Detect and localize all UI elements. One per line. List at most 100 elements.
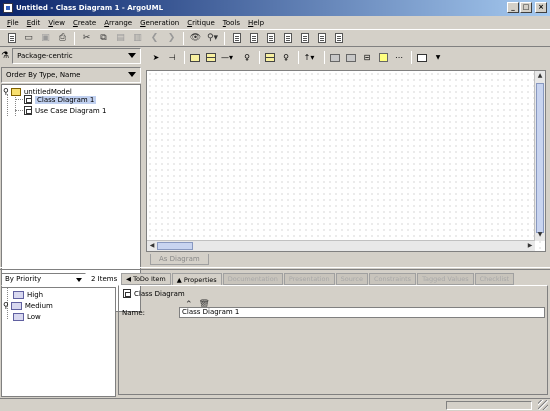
- menu-bar: File Edit View Create Arrange Generation…: [0, 16, 550, 29]
- menu-view[interactable]: View: [44, 19, 69, 27]
- association-tool-icon[interactable]: —▾: [220, 51, 234, 65]
- main-toolbar: ▭ ▣ ⎙ ✂ ⧉ ▤ ▥ ❮ ❯ 👁 ⚲▾: [0, 29, 550, 47]
- navigate-back-icon[interactable]: ❮: [146, 30, 163, 46]
- new-sequence-diagram-icon[interactable]: [262, 30, 279, 46]
- diagram-palette: ➤ ⊣ —▾ ♀ ♀ ↑▾ ⊟ ⋯ ▼: [146, 48, 546, 67]
- enumeration-tool-icon[interactable]: [344, 51, 358, 65]
- copy-icon[interactable]: ⧉: [95, 30, 112, 46]
- folder-icon: [13, 290, 24, 299]
- menu-help[interactable]: Help: [244, 19, 268, 27]
- resize-grip-icon[interactable]: [538, 400, 548, 410]
- interface-class-tool-icon[interactable]: [263, 51, 277, 65]
- shape-tool-icon[interactable]: [415, 51, 429, 65]
- interface-tool-icon[interactable]: ♀: [240, 51, 254, 65]
- menu-edit[interactable]: Edit: [23, 19, 45, 27]
- comment-tool-icon[interactable]: [376, 51, 390, 65]
- tab-source[interactable]: Source: [335, 273, 368, 285]
- diagram-tab[interactable]: As Diagram: [150, 254, 209, 265]
- todo-group-medium[interactable]: ⚲ Medium: [3, 300, 53, 311]
- minimize-button[interactable]: _: [507, 2, 519, 13]
- tab-properties[interactable]: ▲ Properties: [171, 273, 222, 285]
- delete-icon[interactable]: ▥: [129, 30, 146, 46]
- class-diagram-icon: [123, 289, 131, 298]
- toolbar-separator: [224, 31, 225, 45]
- tab-constraints[interactable]: Constraints: [368, 273, 417, 285]
- print-icon[interactable]: ⎙: [54, 30, 71, 46]
- datatype-tool-icon[interactable]: [328, 51, 342, 65]
- status-segment: [446, 401, 532, 410]
- todo-priority-combo[interactable]: By Priority: [1, 272, 86, 286]
- new-class-diagram-icon[interactable]: [245, 30, 262, 46]
- dependency-tool-icon[interactable]: ↑▾: [302, 51, 316, 65]
- folder-icon: [10, 301, 22, 310]
- tree-node-class-diagram[interactable]: Class Diagram 1: [24, 94, 97, 105]
- vertical-scrollbar[interactable]: ▲: [534, 71, 545, 241]
- menu-arrange[interactable]: Arrange: [100, 19, 136, 27]
- tab-presentation[interactable]: Presentation: [283, 273, 335, 285]
- select-tool-icon[interactable]: ➤: [149, 51, 163, 65]
- perspective-icon: ⚗: [1, 51, 10, 61]
- horizontal-scrollbar[interactable]: ◀ ▶: [147, 240, 535, 251]
- find-icon[interactable]: 👁: [187, 30, 204, 46]
- scroll-thumb[interactable]: [536, 83, 544, 233]
- close-button[interactable]: ×: [535, 2, 547, 13]
- menu-create[interactable]: Create: [69, 19, 100, 27]
- menu-generation[interactable]: Generation: [136, 19, 183, 27]
- expand-handle-icon[interactable]: ⚲: [3, 301, 9, 310]
- new-collaboration-diagram-icon[interactable]: [279, 30, 296, 46]
- menu-critique[interactable]: Critique: [183, 19, 219, 27]
- properties-panel: Class Diagram ⌃ 🗑 Name: Class Diagram 1: [118, 285, 548, 395]
- status-bar: [0, 398, 550, 411]
- stereotype-tool-icon[interactable]: ⊟: [360, 51, 374, 65]
- new-statechart-diagram-icon[interactable]: [296, 30, 313, 46]
- new-activity-diagram-icon[interactable]: [313, 30, 330, 46]
- todo-header: By Priority 2 Items: [1, 272, 121, 286]
- app-icon: [3, 3, 13, 13]
- name-field[interactable]: Class Diagram 1: [179, 307, 545, 318]
- tab-documentation[interactable]: Documentation: [222, 273, 283, 285]
- chevron-down-icon[interactable]: ▼: [431, 51, 445, 65]
- tab-checklist[interactable]: Checklist: [474, 273, 515, 285]
- tab-tagged-values[interactable]: Tagged Values: [417, 273, 474, 285]
- splitter[interactable]: [0, 267, 550, 270]
- properties-title: Class Diagram: [123, 289, 185, 298]
- comment-link-tool-icon[interactable]: ⋯: [392, 51, 406, 65]
- scroll-up-icon[interactable]: ▲: [535, 71, 545, 81]
- perspective-combo[interactable]: Package-centric: [12, 48, 141, 64]
- toolbar-separator: [74, 31, 75, 45]
- zoom-icon[interactable]: ⚲▾: [204, 30, 221, 46]
- save-project-icon[interactable]: ▣: [37, 30, 54, 46]
- scroll-down-icon[interactable]: ▼: [535, 230, 545, 240]
- todo-group-low[interactable]: Low: [13, 311, 41, 322]
- maximize-button[interactable]: □: [520, 2, 532, 13]
- scroll-thumb[interactable]: [157, 242, 193, 250]
- navigate-forward-icon[interactable]: ❯: [163, 30, 180, 46]
- tree-node-usecase-diagram[interactable]: Use Case Diagram 1: [24, 105, 106, 116]
- paste-icon[interactable]: ▤: [112, 30, 129, 46]
- toolbar-separator: [183, 31, 184, 45]
- menu-tools[interactable]: Tools: [219, 19, 244, 27]
- order-combo[interactable]: Order By Type, Name: [1, 67, 141, 83]
- open-project-icon[interactable]: ▭: [20, 30, 37, 46]
- new-project-icon[interactable]: [3, 30, 20, 46]
- broom-tool-icon[interactable]: ⊣: [165, 51, 179, 65]
- tab-todo-item[interactable]: ◀ ToDo Item: [121, 273, 171, 285]
- todo-group-high[interactable]: High: [13, 289, 43, 300]
- scroll-right-icon[interactable]: ▶: [525, 241, 535, 251]
- new-usecase-diagram-icon[interactable]: [228, 30, 245, 46]
- title-bar: Untitled - Class Diagram 1 - ArgoUML _ □…: [0, 0, 550, 16]
- cut-icon[interactable]: ✂: [78, 30, 95, 46]
- details-tabs: ◀ ToDo Item ▲ Properties Documentation P…: [121, 273, 515, 285]
- expand-handle-icon[interactable]: ⚲: [3, 87, 9, 96]
- chevron-down-icon: [128, 72, 136, 77]
- menu-file[interactable]: File: [3, 19, 23, 27]
- package-tool-icon[interactable]: [188, 51, 202, 65]
- class-tool-icon[interactable]: [204, 51, 218, 65]
- realization-tool-icon[interactable]: ♀: [279, 51, 293, 65]
- window-title: Untitled - Class Diagram 1 - ArgoUML: [16, 4, 164, 12]
- scroll-left-icon[interactable]: ◀: [147, 241, 157, 251]
- explorer-pane: ⚗ Package-centric Order By Type, Name ⚲ …: [1, 48, 141, 312]
- new-deployment-diagram-icon[interactable]: [330, 30, 347, 46]
- diagram-pane: ➤ ⊣ —▾ ♀ ♀ ↑▾ ⊟ ⋯ ▼ ▲ ◀ ▶ ▼ As Diagram: [146, 48, 546, 266]
- diagram-canvas[interactable]: ▲ ◀ ▶ ▼: [146, 70, 546, 252]
